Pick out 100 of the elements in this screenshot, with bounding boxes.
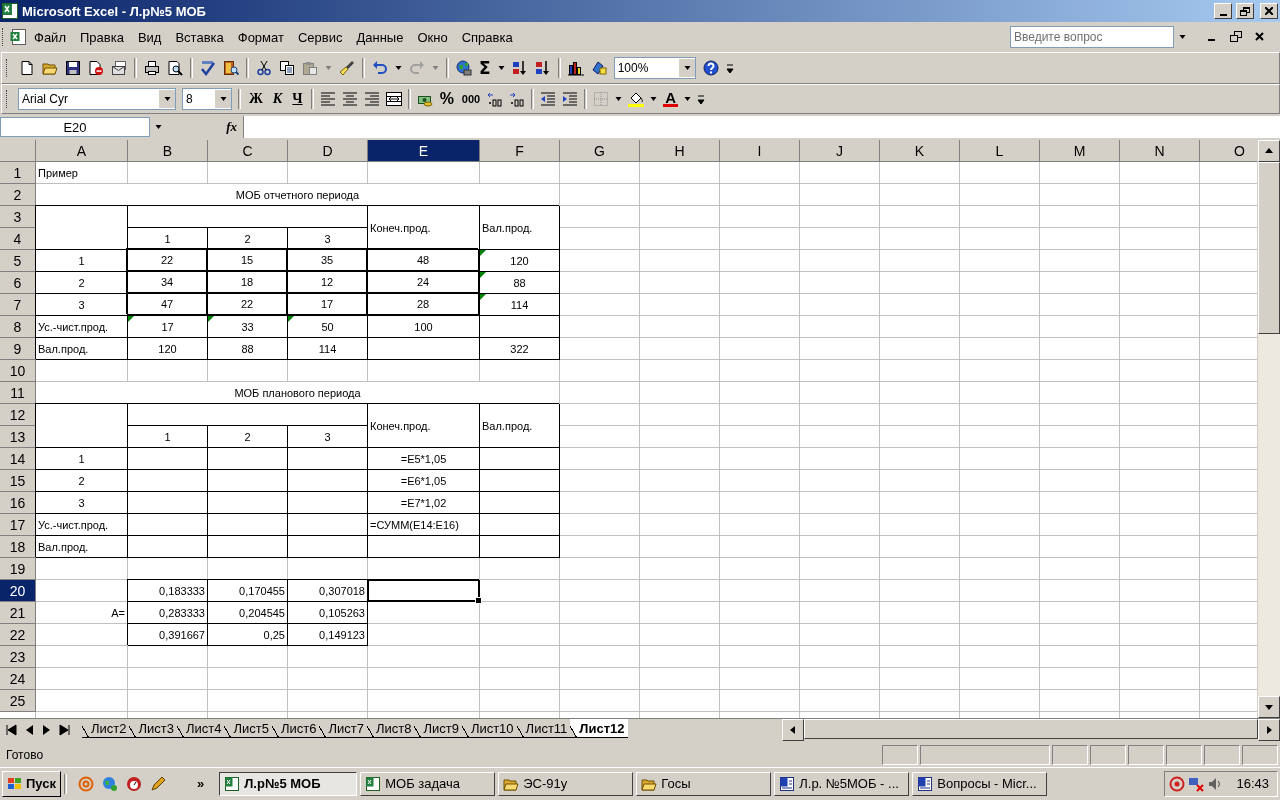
table-cell[interactable] <box>480 448 560 470</box>
row-header[interactable]: 21 <box>0 602 36 624</box>
table-cell[interactable]: 47 <box>128 294 208 316</box>
table-cell[interactable] <box>208 492 288 514</box>
table-cell[interactable] <box>128 448 208 470</box>
table-cell[interactable]: 48 <box>368 250 480 272</box>
table-cell[interactable]: 22 <box>208 294 288 316</box>
new-document-icon[interactable] <box>19 60 35 76</box>
font-color-button[interactable]: A <box>663 91 679 107</box>
table-cell[interactable] <box>480 316 560 338</box>
table-cell[interactable]: Вал.прод. <box>36 338 128 360</box>
copy-icon[interactable] <box>279 60 295 76</box>
table-cell[interactable]: Ус.-чист.прод. <box>36 316 128 338</box>
column-header[interactable]: N <box>1120 140 1200 162</box>
column-header[interactable]: E <box>368 140 480 162</box>
table-cell[interactable]: 1 <box>36 448 128 470</box>
table-cell[interactable] <box>288 470 368 492</box>
menu-item[interactable]: Файл <box>28 27 72 47</box>
table-cell[interactable]: 0,105263 <box>288 602 368 624</box>
table-cell[interactable]: Вал.прод. <box>36 536 128 558</box>
gauge-icon[interactable] <box>126 775 142 792</box>
table-cell[interactable]: 17 <box>128 316 208 338</box>
first-sheet-icon[interactable] <box>3 722 19 738</box>
insert-function-button[interactable]: fx <box>226 119 243 135</box>
menu-item[interactable]: Данные <box>350 27 410 47</box>
row-header[interactable]: 16 <box>0 492 36 514</box>
table-cell[interactable]: 114 <box>288 338 368 360</box>
paste-icon[interactable] <box>302 60 318 76</box>
table-cell[interactable] <box>128 404 368 426</box>
open-folder-icon[interactable] <box>42 60 58 76</box>
column-header[interactable]: M <box>1040 140 1120 162</box>
start-button[interactable]: Пуск <box>2 770 61 797</box>
table-cell[interactable]: 28 <box>368 294 480 316</box>
column-header[interactable]: O <box>1200 140 1257 162</box>
table-cell[interactable]: 3 <box>36 294 128 316</box>
table-cell[interactable]: 0,283333 <box>128 602 208 624</box>
table-cell[interactable]: 3 <box>36 492 128 514</box>
font-size-field[interactable]: 8 <box>182 88 232 110</box>
spell-check-icon[interactable] <box>200 60 216 76</box>
table-cell[interactable]: 120 <box>480 250 560 272</box>
table-cell[interactable]: Вал.прод. <box>480 206 560 250</box>
table-cell[interactable]: МОБ планового периода <box>36 382 560 404</box>
sort-descending-icon[interactable] <box>534 60 551 76</box>
column-header[interactable]: J <box>800 140 880 162</box>
select-all-button[interactable] <box>0 140 36 162</box>
table-cell[interactable] <box>368 338 480 360</box>
row-header[interactable]: 8 <box>0 316 36 338</box>
table-cell[interactable] <box>128 536 208 558</box>
table-cell[interactable]: 100 <box>368 316 480 338</box>
sheet-tab[interactable]: Лист12 <box>570 719 628 738</box>
table-cell[interactable]: 1 <box>128 426 208 448</box>
bold-button[interactable]: Ж <box>247 91 265 107</box>
table-cell[interactable] <box>208 448 288 470</box>
table-cell[interactable]: Вал.прод. <box>480 404 560 448</box>
selected-cell[interactable] <box>368 580 480 602</box>
row-header[interactable]: 13 <box>0 426 36 448</box>
row-header[interactable]: 17 <box>0 514 36 536</box>
row-header[interactable]: 18 <box>0 536 36 558</box>
align-left-icon[interactable] <box>319 91 336 107</box>
table-cell[interactable]: 0,25 <box>208 624 288 646</box>
table-cell[interactable]: =E5*1,05 <box>368 448 480 470</box>
taskbar-button[interactable]: Л.р. №5МОБ - ... <box>774 771 910 796</box>
align-right-icon[interactable] <box>363 91 380 107</box>
table-cell[interactable]: 50 <box>288 316 368 338</box>
table-cell[interactable]: 2 <box>36 272 128 294</box>
formula-field[interactable] <box>243 116 1280 138</box>
table-cell[interactable]: =СУММ(E14:E16) <box>368 514 480 536</box>
align-center-icon[interactable] <box>341 91 358 107</box>
table-cell[interactable]: 2 <box>36 470 128 492</box>
row-header[interactable]: 25 <box>0 690 36 712</box>
column-header[interactable]: B <box>128 140 208 162</box>
vertical-scrollbar[interactable] <box>1257 140 1280 718</box>
table-cell[interactable] <box>480 536 560 558</box>
column-header[interactable]: A <box>36 140 128 162</box>
row-header[interactable]: 5 <box>0 250 36 272</box>
table-cell[interactable] <box>368 536 480 558</box>
thousands-button[interactable]: 000 <box>460 93 482 105</box>
column-header[interactable]: C <box>208 140 288 162</box>
taskbar-button[interactable]: ЭС-91у <box>498 771 634 796</box>
table-cell[interactable] <box>480 492 560 514</box>
row-header[interactable]: 15 <box>0 470 36 492</box>
table-cell[interactable] <box>208 536 288 558</box>
menu-item[interactable]: Вставка <box>169 27 230 47</box>
taskbar-button[interactable]: МОБ задача <box>360 771 496 796</box>
menu-item[interactable]: Окно <box>411 27 454 47</box>
row-header[interactable]: 9 <box>0 338 36 360</box>
taskbar-button[interactable]: Госы <box>636 771 772 796</box>
fill-handle[interactable] <box>475 597 482 604</box>
table-cell[interactable]: 2 <box>208 426 288 448</box>
row-header[interactable]: 14 <box>0 448 36 470</box>
table-cell[interactable]: 17 <box>288 294 368 316</box>
increase-decimal-icon[interactable] <box>487 91 504 107</box>
undo-icon[interactable] <box>372 60 388 76</box>
merge-center-icon[interactable] <box>385 91 402 107</box>
taskbar-button[interactable]: Л.р№5 МОБ <box>219 771 358 796</box>
underline-button[interactable]: Ч <box>290 91 305 107</box>
table-cell[interactable] <box>208 470 288 492</box>
document-stop-icon[interactable] <box>88 60 104 76</box>
table-cell[interactable] <box>288 448 368 470</box>
autosum-button[interactable]: Σ <box>479 58 491 78</box>
